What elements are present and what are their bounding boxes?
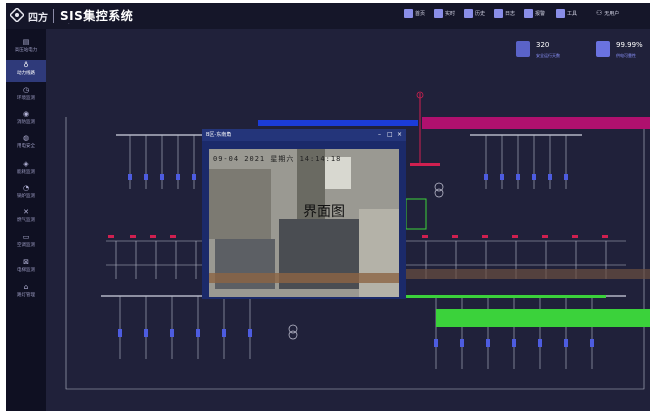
home-icon — [404, 9, 413, 18]
streetlight-icon: ⌂ — [23, 283, 29, 291]
glitch-band-blue — [258, 120, 418, 126]
feeder-group-left-upper — [129, 135, 211, 189]
boiler-icon: ◔ — [22, 184, 30, 192]
tools-icon — [556, 9, 565, 18]
sidebar-item-aircon[interactable]: ▭ 空调监测 — [6, 232, 46, 254]
breaker-group-right-lower — [434, 339, 594, 347]
nav-log[interactable]: 日志 — [494, 9, 515, 18]
breaker-group-right-upper — [484, 174, 568, 180]
sidebar-item-elevator[interactable]: ⊠ 电梯监测 — [6, 257, 46, 279]
alarm-bar — [410, 163, 440, 166]
camera-video-feed: 09-04 2021 星期六 14:14:18 界面图 — [209, 149, 399, 297]
sidebar-item-power-line[interactable]: ♁ 动力线路 — [6, 60, 46, 82]
lightbulb-icon: ♁ — [23, 61, 29, 69]
close-icon[interactable]: × — [397, 131, 402, 138]
sidebar-item-gas[interactable]: ✕ 燃气监测 — [6, 207, 46, 229]
energy-icon: ◈ — [23, 160, 29, 168]
sidebar-item-fire[interactable]: ◉ 消防监测 — [6, 109, 46, 131]
nav-alarm[interactable]: 报警 — [524, 9, 545, 18]
sidebar-item-energy[interactable]: ◈ 能耗监测 — [6, 159, 46, 181]
clock-icon: ◷ — [22, 86, 30, 94]
camera-timestamp: 09-04 2021 星期六 14:14:18 — [213, 155, 342, 163]
energized-bus-bar — [406, 295, 606, 298]
camera-popup-header[interactable]: B区-东南角 – □ × — [202, 129, 406, 141]
maximize-icon[interactable]: □ — [387, 131, 393, 138]
nav-tools[interactable]: 工具 — [556, 9, 577, 18]
aircon-icon: ▭ — [22, 233, 30, 241]
alarm-highlight-band — [422, 117, 650, 129]
gas-icon: ✕ — [23, 208, 29, 216]
building-icon: ▤ — [22, 38, 30, 46]
log-icon — [494, 9, 503, 18]
history-icon — [464, 9, 473, 18]
video-scene — [209, 149, 399, 297]
nav-realtime[interactable]: 实时 — [434, 9, 455, 18]
nav-home[interactable]: 首页 — [404, 9, 425, 18]
minimize-icon[interactable]: – — [378, 131, 381, 138]
sidebar-item-boiler[interactable]: ◔ 锅炉监测 — [6, 183, 46, 205]
top-bar: 四方 SIS集控系统 - 首页 实时 历史 日志 报警 工具 ⚇ 无用户 — [6, 3, 650, 29]
camera-popup-window[interactable]: B区-东南角 – □ × 09-04 2021 星期六 14:14:18 界面图 — [202, 129, 406, 299]
fire-icon: ◉ — [22, 110, 30, 118]
glitch-band-brown — [406, 269, 650, 279]
nav-history[interactable]: 历史 — [464, 9, 485, 18]
alarm-icon — [524, 9, 533, 18]
system-subtitle: - — [68, 21, 70, 26]
energized-highlight-band — [436, 309, 650, 327]
feeder-group-left-lower — [119, 296, 251, 359]
realtime-icon — [434, 9, 443, 18]
elevator-icon: ⊠ — [23, 258, 29, 266]
breaker-group-left-lower — [118, 329, 252, 337]
camera-popup-title: B区-东南角 — [206, 132, 232, 138]
user-menu[interactable]: ⚇ 无用户 — [596, 9, 619, 17]
sidebar-item-environment[interactable]: ◷ 环境监测 — [6, 85, 46, 107]
shield-icon: ◍ — [22, 134, 30, 142]
breaker-group-left-upper — [128, 174, 212, 180]
energized-branch — [405, 198, 427, 230]
feeder-group-right-upper — [485, 135, 567, 189]
brand-name: 四方 — [28, 13, 48, 24]
sidebar-item-streetlight[interactable]: ⌂ 路灯管理 — [6, 282, 46, 304]
feeder-group-right-lower — [435, 296, 593, 369]
logo-icon — [10, 8, 24, 22]
app-window: 四方 SIS集控系统 - 首页 实时 历史 日志 报警 工具 ⚇ 无用户 ▤ 高… — [6, 3, 650, 411]
camera-overlay-label: 界面图 — [303, 204, 345, 220]
system-title: SIS集控系统 — [60, 9, 134, 23]
sidebar-item-electric-safety[interactable]: ◍ 用电安全 — [6, 133, 46, 155]
brand-divider — [53, 9, 54, 23]
user-icon: ⚇ — [596, 9, 603, 17]
sidebar-item-hv-power[interactable]: ▤ 高压站电力 — [6, 37, 46, 59]
sidebar: ▤ 高压站电力 ♁ 动力线路 ◷ 环境监测 ◉ 消防监测 ◍ 用电安全 ◈ 能耗… — [6, 29, 46, 411]
